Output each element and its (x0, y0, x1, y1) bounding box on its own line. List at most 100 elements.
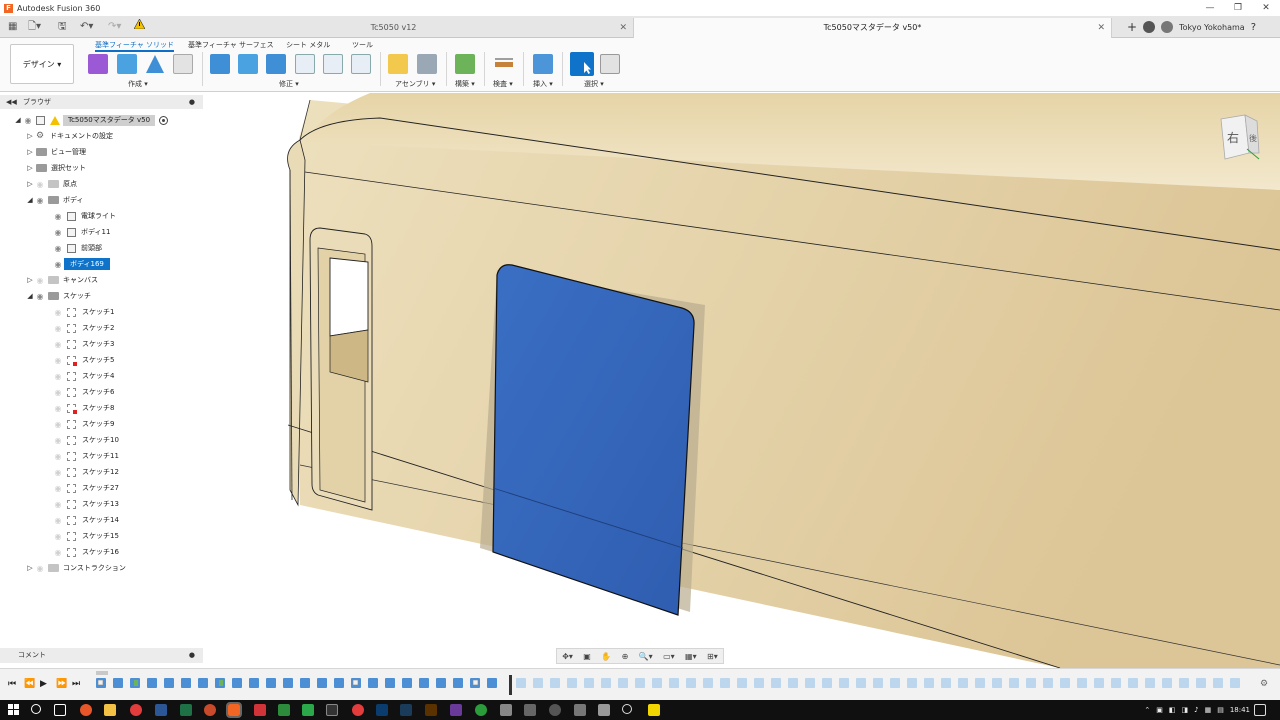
tab-surface[interactable]: 基準フィーチャ サーフェス (188, 40, 274, 50)
tree-origin[interactable]: ▷ ◉ 原点 (26, 177, 77, 191)
comments-panel[interactable]: コメント ● (0, 648, 203, 663)
visibility-eye-icon[interactable]: ◉ (34, 180, 46, 189)
data-panel-grid-icon[interactable]: ▦ (8, 19, 17, 35)
timeline-scrollbar[interactable] (96, 671, 108, 675)
tree-document-settings[interactable]: ▷ ⚙ ドキュメントの設定 (26, 129, 113, 143)
tree-body-bulb-light[interactable]: ◉ 電球ライト (52, 209, 116, 223)
expand-arrow-icon[interactable]: ▷ (26, 132, 34, 140)
visibility-eye-icon[interactable]: ◉ (52, 228, 64, 237)
powerpoint-icon[interactable] (204, 704, 216, 716)
tab-tc5050-master-v50[interactable]: Tc5050マスタデータ v50* ✕ (634, 18, 1112, 38)
new-component-icon[interactable] (388, 54, 408, 74)
tree-sketches[interactable]: ◢ ◉ スケッチ (26, 289, 91, 303)
sweep-icon[interactable] (173, 54, 193, 74)
tree-sketch[interactable]: ◉ スケッチ16 (52, 545, 119, 559)
visibility-eye-icon[interactable]: ◉ (52, 532, 64, 541)
insert-image-icon[interactable] (533, 54, 553, 74)
start-windows-icon[interactable] (8, 704, 20, 716)
timeline-forward-icon[interactable]: ⏩ (56, 679, 67, 689)
visibility-eye-icon[interactable]: ◉ (22, 116, 34, 125)
tree-body-169-selected[interactable]: ◉ ボディ169 (52, 257, 110, 271)
tab-tools[interactable]: ツール (352, 40, 373, 50)
insert-group-label[interactable]: 挿入 ▾ (533, 79, 553, 89)
tree-sketch[interactable]: ◉ スケッチ5 (52, 353, 114, 367)
tray-app-icon[interactable]: ▣ (1156, 706, 1163, 714)
visibility-eye-icon[interactable]: ◉ (52, 468, 64, 477)
viewcube[interactable]: 右 後 (1213, 113, 1273, 165)
tab-close-icon[interactable]: ✕ (1097, 18, 1105, 38)
tree-body-11[interactable]: ◉ ボディ11 (52, 225, 110, 239)
close-window-button[interactable]: ✕ (1252, 0, 1280, 16)
expand-arrow-icon[interactable]: ◢ (26, 292, 34, 300)
expand-arrow-icon[interactable]: ▷ (26, 164, 34, 172)
app-red-icon[interactable] (352, 704, 364, 716)
workspace-switcher-button[interactable]: デザイン ▾ (10, 44, 74, 84)
visibility-eye-icon[interactable]: ◉ (52, 244, 64, 253)
warning-icon[interactable] (133, 18, 146, 35)
lightroom-icon[interactable] (400, 704, 412, 716)
revolve-icon[interactable] (145, 54, 165, 74)
visibility-eye-icon[interactable]: ◉ (52, 340, 64, 349)
app-d-icon[interactable] (278, 704, 290, 716)
select-group-label[interactable]: 選択 ▾ (584, 79, 604, 89)
measure-icon[interactable] (494, 54, 514, 74)
zoom-icon[interactable]: 🔍▾ (639, 652, 653, 661)
add-comment-icon[interactable]: ● (189, 648, 195, 663)
construct-group-label[interactable]: 構築 ▾ (455, 79, 475, 89)
timeline-settings-gear-icon[interactable]: ⚙ (1260, 679, 1268, 689)
zoom-window-icon[interactable]: ⊕ (622, 652, 629, 661)
visibility-eye-icon[interactable]: ◉ (34, 292, 46, 301)
jw-cad-icon[interactable] (326, 704, 338, 716)
selection-filter-icon[interactable] (600, 54, 620, 74)
save-icon[interactable]: 🖫 (58, 19, 67, 35)
app-green-icon[interactable] (475, 704, 487, 716)
visibility-eye-icon[interactable]: ◉ (52, 372, 64, 381)
notification-center-icon[interactable] (1254, 704, 1266, 716)
tab-solid[interactable]: 基準フィーチャ ソリッド (95, 40, 175, 52)
pan-icon[interactable]: ✋ (601, 652, 611, 661)
assemble-group-label[interactable]: アセンブリ ▾ (395, 79, 435, 89)
excel-icon[interactable] (180, 704, 192, 716)
tree-bodies[interactable]: ◢ ◉ ボディ (26, 193, 83, 207)
tray-ime-icon[interactable]: ▦ (1205, 706, 1212, 714)
train-car-model[interactable] (203, 93, 1280, 668)
tree-sketch[interactable]: ◉ スケッチ1 (52, 305, 114, 319)
active-component-radio-icon[interactable] (159, 115, 169, 125)
tree-sketch[interactable]: ◉ スケッチ27 (52, 481, 119, 495)
app-gray-icon[interactable] (500, 704, 512, 716)
maximize-button[interactable]: ❐ (1224, 0, 1252, 16)
timeline-features-active[interactable] (96, 676, 511, 690)
visibility-eye-icon[interactable]: ◉ (52, 308, 64, 317)
grid-settings-icon[interactable]: ▦▾ (685, 652, 697, 661)
new-tab-plus-icon[interactable]: + (1127, 20, 1137, 34)
tree-sketch[interactable]: ◉ スケッチ11 (52, 449, 119, 463)
illustrator-icon[interactable] (425, 704, 437, 716)
search-icon[interactable] (31, 704, 41, 714)
app-window-icon[interactable] (574, 704, 586, 716)
tree-sketch[interactable]: ◉ スケッチ6 (52, 385, 114, 399)
expand-arrow-icon[interactable]: ◢ (26, 196, 34, 204)
tab-sheet-metal[interactable]: シート メタル (286, 40, 330, 50)
tree-sketch[interactable]: ◉ スケッチ4 (52, 369, 114, 383)
visibility-eye-icon[interactable]: ◉ (52, 548, 64, 557)
app-globe-icon[interactable] (549, 704, 561, 716)
joint-icon[interactable] (417, 54, 437, 74)
photoshop-icon[interactable] (376, 704, 388, 716)
create-group-label[interactable]: 作成 ▾ (128, 79, 148, 89)
3d-viewport[interactable]: 右 後 (203, 93, 1280, 668)
visibility-eye-icon[interactable]: ◉ (52, 388, 64, 397)
tray-network-icon[interactable]: ◧ (1169, 706, 1176, 714)
tree-sketch[interactable]: ◉ スケッチ9 (52, 417, 114, 431)
fusion-360-taskbar-icon[interactable] (226, 702, 242, 718)
tray-app2-icon[interactable]: ▤ (1217, 706, 1224, 714)
tree-body-front-head[interactable]: ◉ 前頭部 (52, 241, 102, 255)
file-menu-icon[interactable]: 🗋▾ (28, 19, 41, 35)
timeline-start-icon[interactable]: ⏮ (8, 679, 16, 689)
visibility-eye-icon[interactable]: ◉ (52, 436, 64, 445)
tree-canvases[interactable]: ▷ ◉ キャンバス (26, 273, 98, 287)
tree-sketch[interactable]: ◉ スケッチ15 (52, 529, 119, 543)
minimize-button[interactable]: — (1196, 0, 1224, 16)
inspect-group-label[interactable]: 検査 ▾ (493, 79, 513, 89)
tray-volume-icon[interactable]: ♪ (1194, 706, 1198, 714)
look-at-icon[interactable]: ▣ (583, 652, 591, 661)
